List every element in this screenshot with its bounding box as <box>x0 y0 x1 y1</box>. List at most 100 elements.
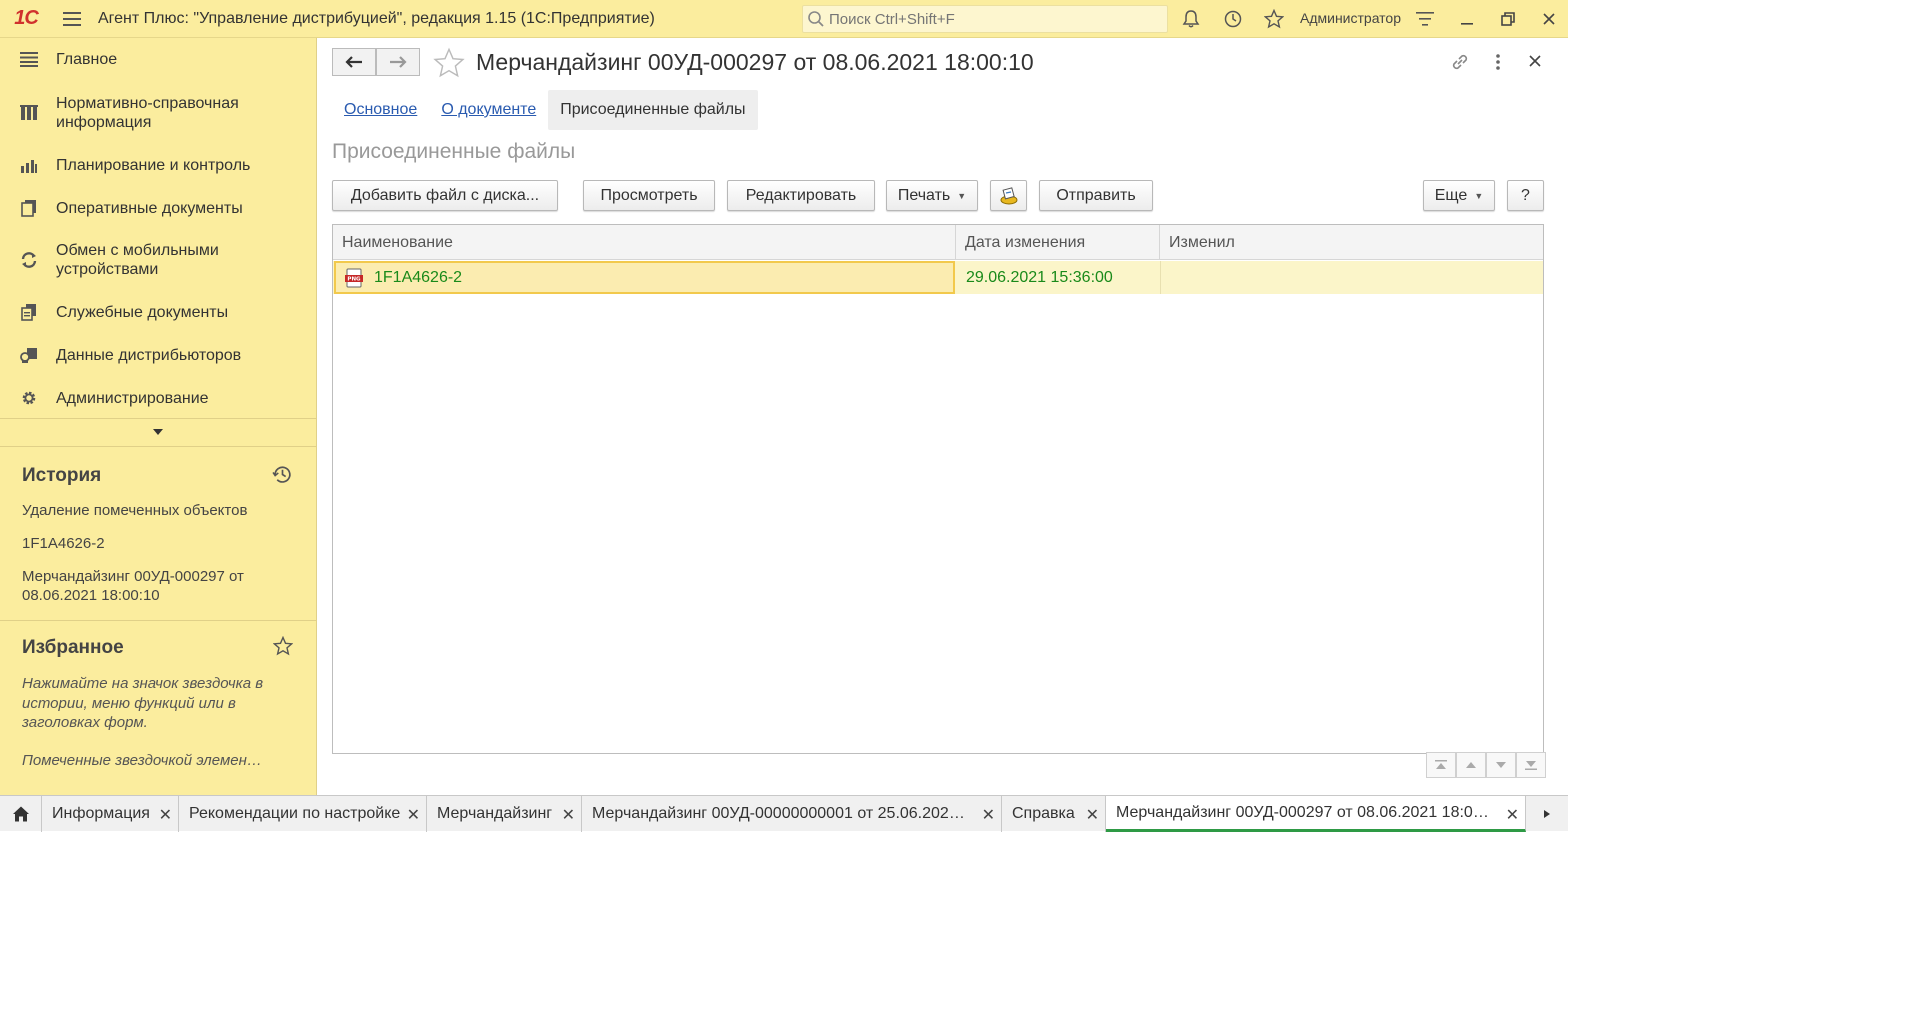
close-tab-icon[interactable]: ✕ <box>407 805 420 825</box>
gear-icon <box>19 388 39 408</box>
more-button[interactable]: Еще ▼ <box>1423 180 1495 211</box>
history-panel-button[interactable] <box>272 464 293 489</box>
window-tab[interactable]: Рекомендации по настройке ✕ <box>179 796 427 832</box>
section-administration[interactable]: Администрирование <box>0 387 317 409</box>
home-tab[interactable] <box>0 796 42 832</box>
scroll-down-button[interactable] <box>1486 752 1516 778</box>
forward-button[interactable] <box>376 48 420 76</box>
window-tab-label: Справка <box>1012 805 1075 822</box>
history-item[interactable]: Удаление помеченных объектов <box>22 501 292 520</box>
catalog-icon <box>19 103 39 123</box>
tabs-scroll-button[interactable] <box>1526 796 1568 831</box>
minimize-button[interactable] <box>1454 6 1480 32</box>
favorites-hint: Нажимайте на значок звездочка в истории,… <box>22 675 264 731</box>
double-down-icon <box>1525 761 1537 770</box>
close-form-button[interactable] <box>1528 54 1542 72</box>
close-tab-icon[interactable]: ✕ <box>1086 805 1099 825</box>
vertical-dots-icon <box>1496 54 1500 70</box>
button-label: Печать <box>897 186 951 204</box>
column-header-modified[interactable]: Дата изменения <box>956 225 1160 260</box>
history-item[interactable]: 1F1A4626-2 <box>22 534 292 553</box>
back-button[interactable] <box>332 48 376 76</box>
clock-history-icon <box>272 466 291 483</box>
table-scroll-controls <box>1426 752 1546 778</box>
window-tab[interactable]: Мерчандайзинг 00УД-00000000001 от 25.06.… <box>582 796 1002 832</box>
section-label: Администрирование <box>56 389 209 407</box>
section-operational-docs[interactable]: Оперативные документы <box>0 197 317 219</box>
favorites-panel-button[interactable] <box>272 635 294 660</box>
open-windows-bar: Информация ✕ Рекомендации по настройке ✕ М… <box>0 795 1568 832</box>
send-button[interactable]: Отправить <box>1039 180 1153 211</box>
dropdown-arrow-icon: ▼ <box>1474 190 1484 201</box>
scroll-up-button[interactable] <box>1456 752 1486 778</box>
window-tab[interactable]: Информация ✕ <box>42 796 179 832</box>
close-window-button[interactable] <box>1536 6 1562 32</box>
window-tab[interactable]: Справка ✕ <box>1002 796 1106 832</box>
cell-modified-by <box>1160 261 1540 294</box>
double-up-icon <box>1435 760 1447 769</box>
view-button[interactable]: Просмотреть <box>583 180 715 211</box>
expand-sections-button[interactable] <box>148 424 168 440</box>
button-label: Просмотреть <box>600 186 698 204</box>
tab-attached-files[interactable]: Присоединенные файлы <box>548 90 758 130</box>
section-main[interactable]: Главное <box>0 48 317 70</box>
history-title: История <box>22 465 102 486</box>
favorites-button[interactable] <box>1261 6 1287 32</box>
section-distributor-data[interactable]: Данные дистрибьюторов <box>0 344 317 366</box>
current-user[interactable]: Администратор <box>1300 10 1401 26</box>
settings-menu-button[interactable] <box>1412 6 1438 32</box>
scanner-icon <box>1000 186 1017 204</box>
edit-button[interactable]: Редактировать <box>727 180 875 211</box>
restore-button[interactable] <box>1495 6 1521 32</box>
window-tab-label: Мерчандайзинг <box>437 805 553 822</box>
print-button[interactable]: Печать ▼ <box>886 180 978 211</box>
window-tab[interactable]: Мерчандайзинг ✕ <box>427 796 582 832</box>
menu-lines-icon <box>1416 12 1434 26</box>
history-item[interactable]: Мерчандайзинг 00УД-000297 от 08.06.2021 … <box>22 567 292 605</box>
table-header: Наименование Дата изменения Изменил <box>333 225 1543 260</box>
section-planning[interactable]: Планирование и контроль <box>0 154 317 176</box>
section-service-docs[interactable]: Служебные документы <box>0 301 317 323</box>
cell-file-name[interactable]: PNG 1F1A4626-2 <box>334 261 955 294</box>
sections-divider <box>0 418 317 419</box>
tab-main[interactable]: Основное <box>332 90 429 130</box>
close-tab-icon[interactable]: ✕ <box>159 805 172 825</box>
home-icon <box>12 806 29 822</box>
app-logo: 1С <box>14 7 39 29</box>
close-tab-icon[interactable]: ✕ <box>982 805 995 825</box>
close-icon <box>1543 13 1555 25</box>
section-reference-info[interactable]: Нормативно-справочная информация <box>0 93 317 133</box>
add-file-button[interactable]: Добавить файл с диска... <box>332 180 558 211</box>
window-tab-active[interactable]: Мерчандайзинг 00УД-000297 от 08.06.2021 … <box>1106 796 1526 832</box>
scan-button[interactable] <box>990 180 1027 211</box>
close-icon <box>1529 55 1541 67</box>
notifications-button[interactable] <box>1178 6 1204 32</box>
section-label: Главное <box>56 50 118 68</box>
chevron-down-icon <box>153 429 163 435</box>
close-tab-icon[interactable]: ✕ <box>562 805 575 825</box>
close-tab-icon[interactable]: ✕ <box>1506 805 1519 825</box>
section-mobile-exchange[interactable]: Обмен с мобильными устройствами <box>0 240 317 280</box>
section-label: Оперативные документы <box>56 199 243 217</box>
table-row[interactable]: PNG 1F1A4626-2 29.06.2021 15:36:00 <box>333 261 1543 294</box>
search-input[interactable] <box>829 10 1159 28</box>
distributor-data-icon <box>19 345 39 365</box>
main-menu-button[interactable] <box>52 0 92 38</box>
down-arrow-icon <box>1496 762 1506 768</box>
search-box[interactable] <box>802 5 1168 33</box>
history-button[interactable] <box>1220 6 1246 32</box>
more-actions-button[interactable] <box>1493 52 1503 76</box>
scroll-to-bottom-button[interactable] <box>1516 752 1546 778</box>
add-to-favorites-button[interactable] <box>433 47 465 79</box>
tab-about-document[interactable]: О документе <box>429 90 548 130</box>
button-label: ? <box>1521 186 1530 204</box>
button-label: Еще <box>1434 186 1468 204</box>
scroll-to-top-button[interactable] <box>1426 752 1456 778</box>
column-header-name[interactable]: Наименование <box>333 225 956 260</box>
help-button[interactable]: ? <box>1507 180 1544 211</box>
copy-link-button[interactable] <box>1449 51 1471 77</box>
column-header-modified-by[interactable]: Изменил <box>1160 225 1543 260</box>
section-label: Нормативно-справочная информация <box>56 95 239 131</box>
document-form: Мерчандайзинг 00УД-000297 от 08.06.2021 … <box>318 38 1568 795</box>
bell-icon <box>1182 10 1200 28</box>
